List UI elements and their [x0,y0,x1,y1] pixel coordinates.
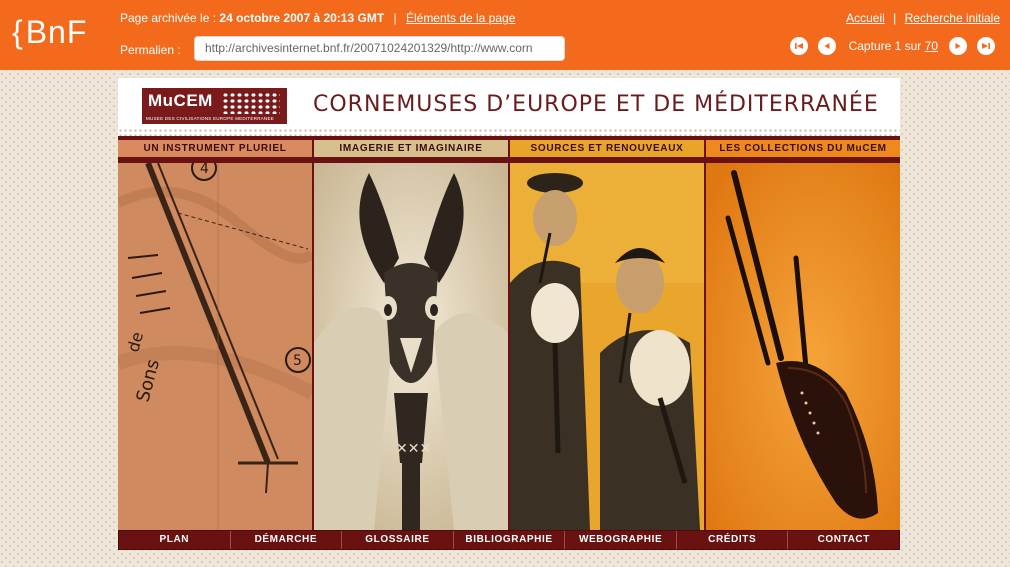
panel-imagerie-imaginaire[interactable]: IMAGERIE ET IMAGINAIRE ✕✕✕ [314,140,508,530]
mucem-logo-name: MuCEM [148,91,213,110]
capture-total-link[interactable]: 70 [925,39,938,53]
site-menu: PLAN DÉMARCHE GLOSSAIRE BIBLIOGRAPHIE WE… [118,530,900,550]
last-capture-icon [982,43,990,49]
archive-date-line: Page archivée le : 24 octobre 2007 à 20:… [120,10,515,26]
brace-icon: { [12,14,24,50]
panel-collections-mucem[interactable]: LES COLLECTIONS DU MuCEM [706,140,900,530]
home-link[interactable]: Accueil [846,11,885,25]
top-links: Accueil | Recherche initiale [846,10,1000,26]
dotted-divider [118,128,900,136]
panel-label[interactable]: LES COLLECTIONS DU MuCEM [706,140,900,160]
panel-label[interactable]: UN INSTRUMENT PLURIEL [118,140,312,160]
capture-prefix: Capture 1 sur [848,39,922,53]
first-capture-button[interactable] [789,37,808,55]
bagpipe-photo[interactable] [706,163,900,530]
svg-text:✕✕✕: ✕✕✕ [396,441,431,457]
section-panels: UN INSTRUMENT PLURIEL 4 5 Sons de IMAGER… [118,140,900,530]
mucem-logo[interactable]: MuCEM MUSEE DES CIVILISATIONS EUROPE MED… [142,88,287,124]
mucem-pattern-icon [222,92,280,114]
bnf-logo-text: BnF [25,14,88,50]
archived-page: MuCEM MUSEE DES CIVILISATIONS EUROPE MED… [118,78,900,550]
mucem-logo-subtitle: MUSEE DES CIVILISATIONS EUROPE MEDITERRA… [146,116,274,121]
panel-sources-renouveaux[interactable]: SOURCES ET RENOUVEAUX [510,140,704,530]
menu-demarche[interactable]: DÉMARCHE [231,531,343,549]
map-number-4: 4 [200,163,209,177]
previous-capture-icon [824,43,830,49]
menu-glossaire[interactable]: GLOSSAIRE [342,531,454,549]
menu-contact[interactable]: CONTACT [788,531,899,549]
menu-plan[interactable]: PLAN [119,531,231,549]
bnf-logo[interactable]: {BnF [12,12,87,52]
permalink-field[interactable]: http://archivesinternet.bnf.fr/200710242… [194,36,565,61]
permalink-label: Permalien : [120,43,181,57]
previous-capture-button[interactable] [817,37,836,55]
goat-head-photo[interactable]: ✕✕✕ [314,163,508,530]
page-elements-link[interactable]: Éléments de la page [406,11,515,25]
panel-instrument-pluriel[interactable]: UN INSTRUMENT PLURIEL 4 5 Sons de [118,140,312,530]
panel-label[interactable]: IMAGERIE ET IMAGINAIRE [314,140,508,160]
initial-search-link[interactable]: Recherche initiale [905,11,1000,25]
site-title: CORNEMUSES D’EUROPE ET DE MÉDITERRANÉE [313,92,879,117]
map-illustration[interactable]: 4 5 Sons de [118,163,312,530]
separator: | [393,11,397,25]
pipers-photo[interactable] [510,163,704,530]
capture-navigation: Capture 1 sur 70 [785,37,1000,55]
next-capture-icon [955,43,961,49]
menu-webographie[interactable]: WEBOGRAPHIE [565,531,677,549]
archive-toolbar: {BnF Page archivée le : 24 octobre 2007 … [0,0,1010,70]
menu-bibliographie[interactable]: BIBLIOGRAPHIE [454,531,566,549]
archived-date: 24 octobre 2007 à 20:13 GMT [219,11,385,25]
archived-label: Page archivée le : [120,11,217,25]
panel-label[interactable]: SOURCES ET RENOUVEAUX [510,140,704,160]
next-capture-button[interactable] [949,37,967,55]
menu-credits[interactable]: CRÉDITS [677,531,789,549]
capture-counter: Capture 1 sur 70 [849,39,938,53]
map-number-5: 5 [293,353,302,369]
separator: | [893,11,897,25]
last-capture-button[interactable] [977,37,995,55]
first-capture-icon [794,43,803,49]
